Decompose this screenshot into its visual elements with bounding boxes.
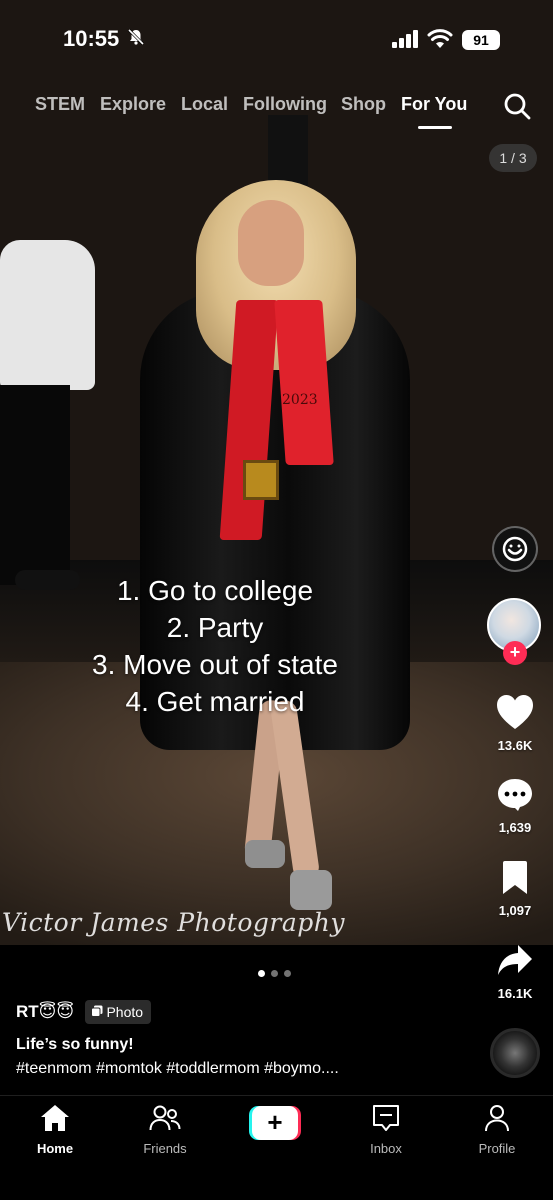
photo-stack-icon [90,1005,103,1017]
post-caption: RT😇😇 Photo Life’s so funny! #teenmom #mo… [16,1000,476,1078]
overlay-line: 4. Get married [125,686,305,717]
bottom-navigation: Home Friends + Inbox Profile [0,1095,553,1200]
bell-slash-icon [127,28,145,51]
tab-explore[interactable]: Explore [100,94,166,115]
top-navigation: STEM Explore Local Following Shop For Yo… [0,88,553,129]
like-count: 13.6K [497,738,533,753]
follow-button[interactable]: + [503,641,527,665]
status-time: 10:55 [63,26,120,51]
nav-profile[interactable]: Profile [457,1104,537,1156]
subject-shoe-right [290,870,332,910]
nav-home[interactable]: Home [15,1104,95,1156]
home-icon [41,1105,69,1131]
status-bar: 10:55 91 [0,0,553,80]
comment-count: 1,639 [498,820,532,835]
caption-title: Life’s so funny! [16,1036,134,1053]
stole-emblem [243,460,279,500]
comment-icon [498,779,532,811]
carousel-dot [271,970,278,977]
nav-inbox-label: Inbox [370,1141,402,1156]
create-button[interactable]: + [249,1106,301,1140]
bookmark-icon [503,861,527,894]
carousel-dot [284,970,291,977]
overlay-line: 3. Move out of state [92,649,338,680]
battery-icon: 91 [462,30,500,50]
plus-icon: + [252,1106,298,1140]
active-tab-indicator [418,126,452,129]
post-overlay-text: 1. Go to college 2. Party 3. Move out of… [0,572,430,720]
caption-hashtags[interactable]: #teenmom #momtok #toddlermom #boymo.... [16,1060,476,1078]
photo-page-indicator: 1 / 3 [489,144,537,172]
wifi-icon [427,28,453,50]
tab-shop[interactable]: Shop [341,94,386,115]
stole-year-text: 2023 [282,392,318,408]
nav-friends-label: Friends [143,1141,187,1156]
nav-home-label: Home [36,1141,74,1156]
tab-following[interactable]: Following [243,94,327,115]
creator-username[interactable]: RT😇😇 [16,1002,74,1022]
nav-friends[interactable]: Friends [125,1104,205,1156]
photo-badge-label: Photo [106,1004,144,1020]
share-count: 16.1K [497,986,533,1001]
save-button[interactable]: 1,097 [485,860,545,918]
share-arrow-icon [498,945,532,975]
comment-button[interactable]: 1,639 [485,777,545,835]
tab-stem[interactable]: STEM [35,94,85,115]
post-photo[interactable]: 2023 Victor James Photography [0,0,553,945]
heart-icon [497,695,533,729]
photo-mode-badge[interactable]: Photo [84,1000,152,1024]
tab-local[interactable]: Local [181,94,228,115]
carousel-dots [258,964,297,982]
profile-icon [485,1105,509,1132]
share-button[interactable]: 16.1K [485,943,545,1001]
carousel-dot-active [258,970,265,977]
face-scan-icon [502,536,528,562]
nav-inbox[interactable]: Inbox [346,1104,426,1156]
subject-face [238,200,304,286]
overlay-line: 1. Go to college [116,575,314,606]
sound-disc[interactable] [490,1028,540,1078]
subject-shoe-left [245,840,285,868]
tab-for-you[interactable]: For You [401,94,467,115]
save-count: 1,097 [498,903,532,918]
search-icon[interactable] [503,92,531,120]
inbox-icon [373,1105,399,1131]
nav-profile-label: Profile [478,1141,516,1156]
like-button[interactable]: 13.6K [485,693,545,753]
background-person [0,200,95,590]
ai-search-button[interactable] [492,526,538,572]
cellular-signal-icon [392,30,422,48]
photo-watermark: Victor James Photography [2,908,345,937]
overlay-line: 2. Party [166,612,264,643]
friends-icon [149,1105,181,1131]
